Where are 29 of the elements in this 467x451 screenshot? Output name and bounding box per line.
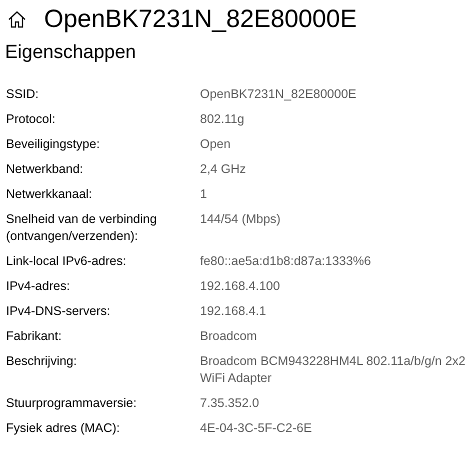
property-value: 4E-04-3C-5F-C2-6E xyxy=(200,420,313,437)
property-label: Stuurprogrammaversie: xyxy=(6,395,138,412)
property-label: Beschrijving: xyxy=(6,353,78,370)
property-label: Fysiek adres (MAC): xyxy=(6,420,121,437)
property-label: Link-local IPv6-adres: xyxy=(6,253,128,270)
property-label: IPv4-adres: xyxy=(6,278,71,295)
property-value: OpenBK7231N_82E80000E xyxy=(200,86,358,103)
page-title: OpenBK7231N_82E80000E xyxy=(44,6,357,32)
property-label: Snelheid van de verbinding (ontvangen/verzenden): xyxy=(6,211,158,245)
property-value: 144/54 (Mbps) xyxy=(200,211,282,228)
property-label: Netwerkband: xyxy=(6,161,84,178)
property-label: Protocol: xyxy=(6,111,56,128)
property-label: Beveiligingstype: xyxy=(6,136,101,153)
property-value: 2,4 GHz xyxy=(200,161,247,178)
home-icon[interactable] xyxy=(8,10,26,28)
property-value: Broadcom BCM943228HM4L 802.11a/b/g/n 2x2 WiFi Adapter xyxy=(200,353,466,387)
property-value: Broadcom xyxy=(200,328,258,345)
property-value: 802.11g xyxy=(200,111,246,128)
property-value: 1 xyxy=(200,186,208,203)
property-value: 192.168.4.100 xyxy=(200,278,281,295)
property-label: SSID: xyxy=(6,86,40,103)
property-label: Netwerkkanaal: xyxy=(6,186,94,203)
property-label: IPv4-DNS-servers: xyxy=(6,303,112,320)
property-value: fe80::ae5a:d1b8:d87a:1333%6 xyxy=(200,253,372,270)
section-title: Eigenschappen xyxy=(5,42,136,63)
property-label: Fabrikant: xyxy=(6,328,63,345)
property-value: 192.168.4.1 xyxy=(200,303,268,320)
property-value: Open xyxy=(200,136,232,153)
property-value: 7.35.352.0 xyxy=(200,395,260,412)
